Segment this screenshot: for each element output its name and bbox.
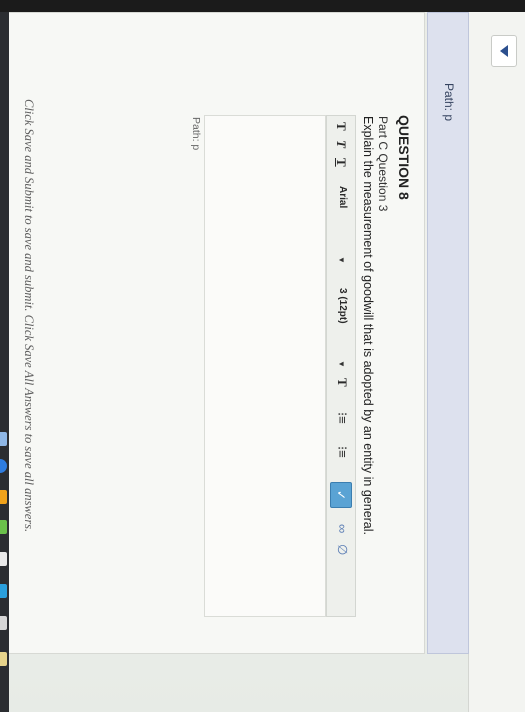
- collapse-dropdown-button[interactable]: [491, 35, 517, 67]
- answer-text-editor[interactable]: [204, 115, 326, 617]
- path-label: Path: p: [442, 83, 456, 122]
- ordered-list-button[interactable]: ⁝≡: [334, 412, 350, 424]
- font-family-value: Arial: [337, 186, 348, 209]
- caret-down-icon: ▼: [337, 256, 346, 264]
- underline-button[interactable]: T: [333, 158, 349, 167]
- app-icon[interactable]: [0, 584, 7, 598]
- font-family-select[interactable]: Arial ▼: [333, 184, 351, 272]
- screen: Path: p QUESTION 8 Part C Question 3 Exp…: [0, 12, 525, 712]
- text-color-button[interactable]: T: [334, 378, 350, 387]
- spellcheck-button[interactable]: ✓: [330, 482, 352, 508]
- taskbar: [0, 12, 9, 712]
- app-icon[interactable]: [0, 616, 7, 630]
- browser-icon[interactable]: [0, 459, 7, 473]
- app-icon[interactable]: [0, 432, 7, 446]
- italic-button[interactable]: T: [333, 140, 349, 148]
- bold-button[interactable]: T: [333, 122, 349, 131]
- previous-question-path-bar: Path: p: [427, 12, 469, 654]
- app-icon[interactable]: [0, 552, 7, 566]
- question-panel: QUESTION 8 Part C Question 3 Explain the…: [3, 12, 425, 654]
- question-part: Part C Question 3: [376, 116, 390, 212]
- app-icon[interactable]: [0, 490, 7, 504]
- editor-toolbar: T T T Arial ▼ 3 (12pt) ▼ T ⁝≡ ⁝≡ ✓ ∞ ∅: [326, 115, 356, 617]
- left-margin: [468, 12, 525, 712]
- unordered-list-button[interactable]: ⁝≡: [334, 446, 350, 458]
- unlink-icon[interactable]: ∅: [334, 544, 350, 555]
- chevron-down-icon: [500, 45, 508, 57]
- app-icon[interactable]: [0, 520, 7, 534]
- link-icon[interactable]: ∞: [335, 524, 350, 533]
- submit-instructions: Click Save and Submit to save and submit…: [22, 99, 36, 533]
- caret-down-icon: ▼: [337, 360, 346, 368]
- font-size-value: 3 (12pt): [337, 288, 348, 324]
- question-prompt: Explain the measurement of goodwill that…: [361, 116, 375, 536]
- app-icon[interactable]: [0, 652, 7, 666]
- path-label: Path: p: [190, 117, 202, 151]
- font-size-select[interactable]: 3 (12pt) ▼: [333, 286, 351, 372]
- question-title: QUESTION 8: [396, 115, 412, 200]
